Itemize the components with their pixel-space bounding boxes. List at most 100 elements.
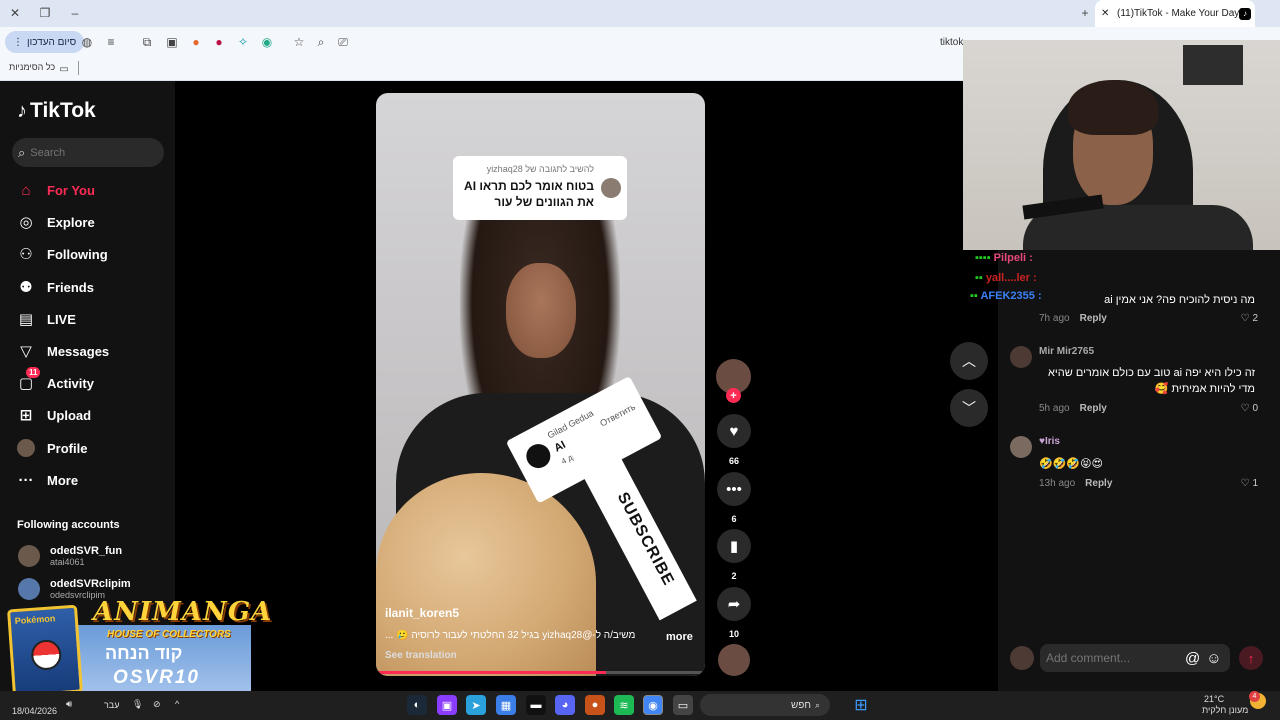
discord-icon[interactable]: ◕ — [555, 695, 575, 715]
avatar[interactable] — [1010, 346, 1032, 368]
nav-following[interactable]: ⚇ Following — [16, 240, 166, 268]
post-comment-button[interactable]: ↑ — [1239, 646, 1263, 670]
restore-icon[interactable]: ❐ — [36, 4, 54, 22]
all-bookmarks-label[interactable]: כל הסימניות — [9, 62, 55, 72]
window-icon[interactable]: ▣ — [163, 33, 181, 51]
media-icon[interactable]: ≡ — [102, 33, 120, 51]
minimize-icon[interactable]: – — [66, 4, 84, 22]
more-button[interactable]: more — [666, 631, 693, 643]
comment-like[interactable]: ♡ 2 — [1240, 313, 1258, 324]
comment-meta: 13h ago Reply — [1039, 478, 1112, 489]
mic-icon[interactable]: 🎙︎ — [132, 699, 143, 710]
more-icon: ··· — [18, 471, 34, 489]
windows-start-icon[interactable]: ⊞ — [851, 695, 871, 715]
nav-messages[interactable]: ▽ Messages — [16, 337, 166, 365]
chat-user: yall....ler : — [985, 272, 1037, 284]
video-author[interactable]: ilanit_koren5 — [385, 606, 459, 620]
extension-avatar-icon[interactable]: ● — [210, 33, 228, 51]
search-box[interactable]: ⌕ — [12, 138, 164, 167]
comment-user[interactable]: Mir Mir2765 — [1039, 346, 1094, 357]
reply-button[interactable]: Reply — [1085, 478, 1112, 489]
nav-for-you[interactable]: ⌂ For You — [16, 176, 166, 204]
heart-outline-icon: ♡ — [1240, 403, 1250, 414]
extensions-icon[interactable]: ⧉ — [138, 33, 156, 51]
next-creator-avatar[interactable] — [718, 644, 750, 676]
mention-icon[interactable]: @ — [1185, 650, 1200, 667]
add-comment-input[interactable] — [1046, 651, 1181, 665]
end-session-button[interactable]: ⋮ סיום העדכון — [5, 31, 85, 53]
zoom-icon[interactable]: ⌕ — [312, 33, 330, 51]
steam-icon[interactable]: ◐ — [407, 695, 427, 715]
comment-like[interactable]: ♡ 0 — [1240, 403, 1258, 414]
follow-button[interactable]: + — [726, 388, 741, 403]
reply-button[interactable]: Reply — [1080, 313, 1107, 324]
see-translation-link[interactable]: See translation — [385, 650, 457, 661]
share-action[interactable]: ➦ 10 — [716, 587, 752, 639]
account-name: odedSVR_fun — [50, 545, 123, 557]
nav-explore[interactable]: ◎ Explore — [16, 208, 166, 236]
add-comment-box[interactable]: @ ☺ — [1040, 644, 1230, 672]
close-window-icon[interactable]: ✕ — [6, 4, 24, 22]
comment-action[interactable]: ••• 6 — [716, 472, 752, 524]
compass-icon: ◎ — [19, 214, 33, 231]
emoji-icon[interactable]: ☺ — [1206, 650, 1221, 667]
cast-icon[interactable]: ⎚ — [334, 33, 352, 51]
twitch-icon[interactable]: ▣ — [437, 695, 457, 715]
heart-outline-icon: ♡ — [1240, 313, 1250, 324]
terminal-icon[interactable]: ▬ — [526, 695, 546, 715]
next-video-button[interactable]: ﹀ — [950, 389, 988, 427]
following-account[interactable]: odedSVR_fun atai4061 — [18, 545, 122, 567]
nav-friends[interactable]: ⚉ Friends — [16, 273, 166, 301]
bookmark-icon[interactable]: ▮ — [717, 529, 751, 563]
comment-user-name: Iris — [1044, 436, 1060, 447]
search-input[interactable] — [30, 146, 151, 159]
chat-badges-icon: ▪▪ — [970, 290, 978, 302]
nav-profile[interactable]: Profile — [16, 434, 166, 462]
nav-more[interactable]: ··· More — [16, 466, 166, 494]
pokemon-card: Pokémon — [7, 604, 83, 698]
previous-video-button[interactable]: ︿ — [950, 342, 988, 380]
app-orange-icon[interactable]: ● — [585, 695, 605, 715]
comment-item: מה ניסית להוכיח פה? אני אמין ai 7h ago R… — [1010, 292, 1268, 332]
chrome-icon[interactable]: ◉ — [643, 695, 663, 715]
avatar — [601, 178, 621, 198]
comment-icon[interactable]: ••• — [717, 472, 751, 506]
end-session-label: סיום העדכון — [27, 36, 77, 48]
globe-icon[interactable]: ◍ — [78, 33, 96, 51]
address-bar[interactable]: tiktok.com/@ilanit_koren5/video/76286904… — [940, 37, 965, 48]
telegram-icon[interactable]: ➤ — [466, 695, 486, 715]
nav-activity[interactable]: ▢ 11 Activity — [16, 367, 166, 397]
tab-close-icon[interactable]: ✕ — [1101, 8, 1109, 19]
tray-expand-icon[interactable]: ^ — [175, 699, 179, 709]
nav-label: Messages — [47, 343, 110, 359]
file-explorer-icon[interactable]: ▭ — [673, 695, 693, 715]
tiktok-logo[interactable]: ♪ TikTok — [17, 99, 96, 123]
reply-button[interactable]: Reply — [1080, 403, 1107, 414]
like-action[interactable]: ♥ 66 — [716, 414, 752, 466]
save-action[interactable]: ▮ 2 — [716, 529, 752, 581]
tab-tiktok[interactable]: ✕ (11)TikTok - Make Your Day ♪ — [1095, 0, 1255, 27]
heart-icon[interactable]: ♥ — [717, 414, 751, 448]
comment-user[interactable]: ♥Iris — [1039, 436, 1060, 447]
banner-subtitle: HOUSE OF COLLECTORS — [107, 629, 231, 640]
extension-orange-icon[interactable]: ● — [187, 33, 205, 51]
video-player[interactable]: להשיב לתגובה של yizhaq28 בטוח אומר לכם ת… — [376, 93, 705, 676]
apps-icon[interactable]: ▦ — [496, 695, 516, 715]
share-icon[interactable]: ➦ — [717, 587, 751, 621]
new-tab-icon[interactable]: + — [1076, 4, 1094, 22]
bookmark-star-icon[interactable]: ☆ — [290, 33, 308, 51]
extension-teal-icon[interactable]: ✧ — [234, 33, 252, 51]
nav-live[interactable]: ▤ LIVE — [16, 305, 166, 333]
spotify-icon[interactable]: ≋ — [614, 695, 634, 715]
nav-upload[interactable]: ⊞ Upload — [16, 401, 166, 429]
language-indicator[interactable]: עבר — [104, 700, 119, 710]
heart-outline-icon: ♡ — [1240, 478, 1250, 489]
comment-text: זה כילו היא יפה ai טוב עם כולם אומרים שה… — [1048, 367, 1255, 395]
speaker-icon[interactable]: 🔊︎ — [66, 699, 72, 710]
taskbar-search[interactable]: חפש ⌕ — [700, 694, 830, 716]
chat-message: ▪▪▪▪ Pilpeli : — [975, 252, 1033, 264]
network-off-icon[interactable]: ⊘ — [153, 699, 161, 710]
avatar[interactable] — [1010, 436, 1032, 458]
comment-like[interactable]: ♡ 1 — [1240, 478, 1258, 489]
extension-green-icon[interactable]: ◉ — [258, 33, 276, 51]
